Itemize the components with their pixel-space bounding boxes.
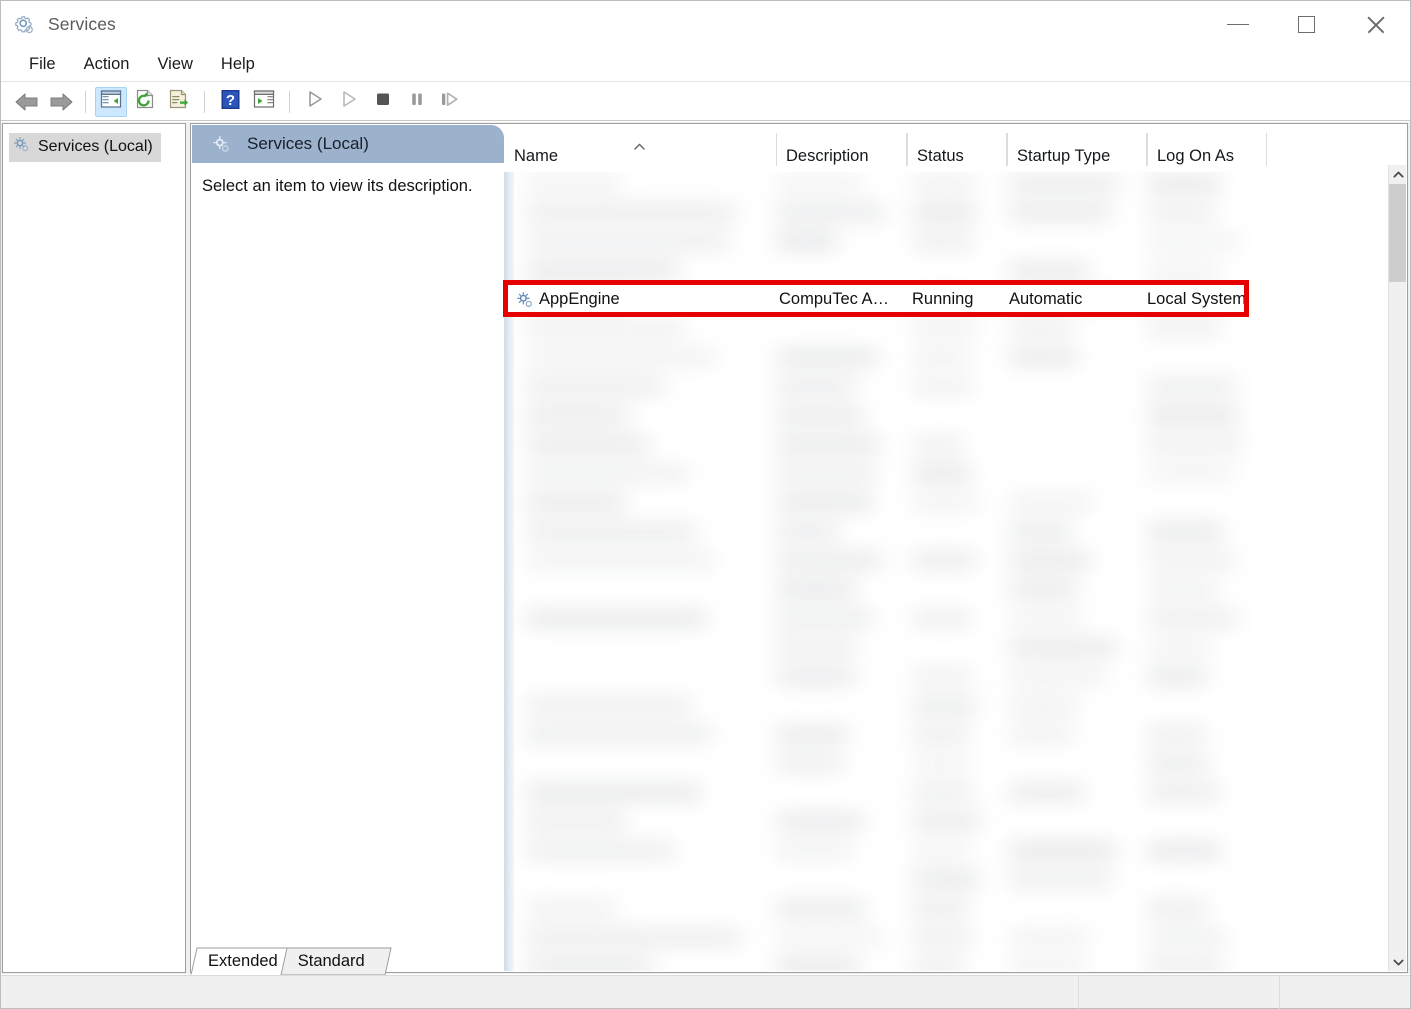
show-hide-console-tree-button[interactable]: [95, 86, 127, 117]
column-header-startup-type[interactable]: Startup Type: [1007, 125, 1147, 172]
resume-service-icon: [339, 89, 359, 114]
sidebar-item-label: Services (Local): [38, 138, 153, 155]
vertical-scrollbar[interactable]: [1388, 165, 1406, 971]
window-title: Services: [48, 14, 116, 34]
svg-text:?: ?: [225, 92, 234, 109]
content-header-title: Services (Local): [247, 134, 369, 153]
menu-bar: File Action View Help: [1, 48, 1410, 82]
stop-service-icon: [373, 89, 393, 114]
title-bar: Services: [1, 1, 1410, 48]
pause-service-button[interactable]: [401, 87, 433, 117]
tab-extended-label: Extended: [208, 951, 278, 970]
resume-service-button[interactable]: [333, 87, 365, 117]
list-header-row: Name Description Status Startup Type Log…: [504, 125, 1385, 172]
column-header-name[interactable]: Name: [504, 125, 776, 172]
chevron-up-icon: [1393, 171, 1403, 177]
window-controls: [1203, 1, 1410, 48]
maximize-button[interactable]: [1272, 1, 1341, 48]
stop-service-button[interactable]: [367, 87, 399, 117]
service-gear-icon: [516, 291, 534, 309]
show-hide-action-pane-button[interactable]: [248, 87, 280, 117]
status-cell-3: [1280, 976, 1410, 1009]
body-area: Services (Local) Services (Local) Select…: [1, 122, 1410, 974]
content-pane: Services (Local) Select an item to view …: [190, 123, 1408, 973]
pause-service-icon: [407, 89, 427, 114]
view-tabs: Extended Standard: [190, 947, 392, 977]
back-button[interactable]: [10, 87, 42, 117]
toolbar: ?: [1, 83, 1410, 121]
tab-standard[interactable]: Standard: [280, 947, 392, 976]
column-header-status[interactable]: Status: [907, 125, 1007, 172]
cell-status: Running: [912, 290, 974, 308]
tab-extended[interactable]: Extended: [190, 947, 308, 976]
forward-button[interactable]: [44, 87, 76, 117]
cell-description: CompuTec A…: [779, 290, 890, 308]
menu-view[interactable]: View: [143, 51, 206, 79]
cell-name: AppEngine: [539, 290, 620, 308]
scrollbar-thumb[interactable]: [1389, 184, 1406, 282]
scroll-down-button[interactable]: [1389, 953, 1406, 971]
toolbar-separator: [85, 90, 86, 113]
status-cell-2: [1079, 976, 1280, 1009]
sidebar-item-services-local[interactable]: Services (Local): [9, 133, 161, 162]
chevron-down-icon: [1393, 959, 1403, 965]
start-service-icon: [305, 89, 325, 114]
content-inner: Services (Local) Select an item to view …: [192, 125, 1406, 971]
services-window: Services File Action View Help ? Service…: [0, 0, 1411, 1009]
column-header-description[interactable]: Description: [776, 125, 907, 172]
back-arrow-icon: [14, 92, 39, 111]
refresh-button[interactable]: [129, 87, 161, 117]
toolbar-separator: [289, 90, 290, 113]
services-gear-icon: [13, 136, 30, 158]
refresh-icon: [134, 89, 156, 114]
toolbar-separator: [204, 90, 205, 113]
services-gear-icon: [212, 135, 231, 154]
column-header-log-on-as[interactable]: Log On As: [1147, 125, 1267, 172]
description-text: Select an item to view its description.: [202, 177, 473, 195]
maximize-icon: [1298, 16, 1315, 33]
show-hide-console-tree-icon: [100, 89, 122, 114]
sort-ascending-icon: [634, 136, 645, 150]
forward-arrow-icon: [48, 92, 73, 111]
cell-startup-type: Automatic: [1009, 290, 1083, 308]
services-list-view: Name Description Status Startup Type Log…: [503, 125, 1406, 971]
services-gear-icon: [15, 15, 35, 35]
content-header-bar: Services (Local): [192, 125, 504, 163]
minimize-icon: [1226, 23, 1249, 26]
restart-service-icon: [439, 89, 463, 114]
scroll-up-button[interactable]: [1389, 165, 1406, 183]
menu-file[interactable]: File: [15, 51, 70, 79]
export-list-button[interactable]: [163, 87, 195, 117]
start-service-button[interactable]: [299, 87, 331, 117]
close-icon: [1366, 15, 1386, 35]
show-hide-action-pane-icon: [253, 89, 275, 114]
status-cell-1: [1, 976, 1079, 1009]
restart-service-button[interactable]: [435, 87, 467, 117]
status-bar: [1, 975, 1410, 1009]
cell-log-on-as: Local System: [1147, 290, 1247, 308]
export-list-icon: [168, 89, 190, 114]
menu-help[interactable]: Help: [207, 51, 269, 79]
menu-action[interactable]: Action: [70, 51, 144, 79]
close-button[interactable]: [1341, 1, 1410, 48]
help-button[interactable]: ?: [214, 87, 246, 117]
help-icon: ?: [220, 89, 241, 115]
minimize-button[interactable]: [1203, 1, 1272, 48]
tab-standard-label: Standard: [297, 951, 365, 970]
console-tree-pane: Services (Local): [2, 123, 186, 973]
table-row-appengine[interactable]: AppEngine CompuTec A… Running Automatic …: [504, 285, 1250, 314]
